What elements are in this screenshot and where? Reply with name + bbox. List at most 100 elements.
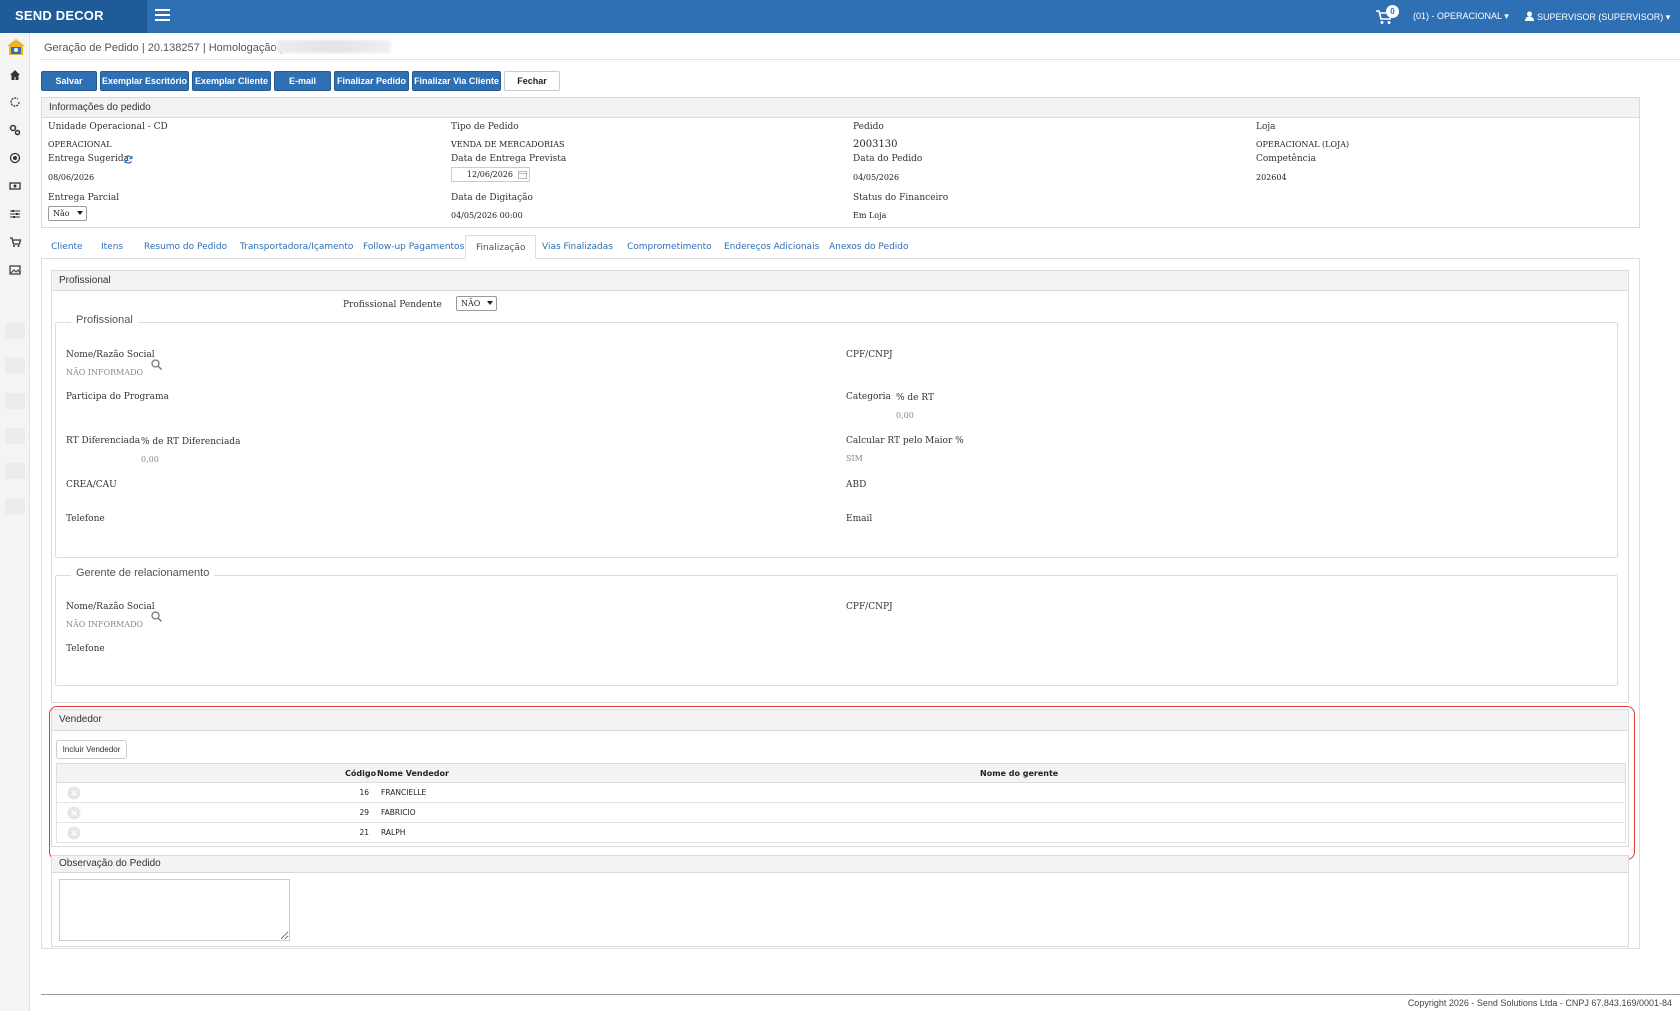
manager-phone-label: Telefone (66, 644, 105, 654)
tab-transportadora[interactable]: Transportadora/Içamento (240, 235, 353, 259)
hamburger-menu-icon[interactable] (155, 9, 170, 21)
notes-textarea[interactable] (59, 879, 290, 941)
client-copy-button[interactable]: Exemplar Cliente (192, 71, 271, 91)
caret-down-icon: ▾ (1504, 11, 1509, 21)
tab-finalizacao[interactable]: Finalização (465, 235, 537, 259)
manager-group-title: Gerente de relacionamento (71, 567, 215, 579)
tab-vias-finalizadas[interactable]: Vias Finalizadas (542, 235, 613, 259)
expected-delivery-label: Data de Entrega Prevista (451, 154, 567, 164)
suggested-delivery-value: 08/06/2026 (48, 173, 95, 182)
order-date-label: Data do Pedido (853, 154, 923, 164)
pending-professional-value: NÃO (461, 299, 481, 308)
cart-count-badge: 0 (1386, 5, 1399, 18)
gears-icon[interactable] (9, 124, 21, 136)
target-icon[interactable] (9, 152, 21, 164)
rt-percent-value: 0,00 (896, 411, 914, 420)
email-button[interactable]: E-mail (274, 71, 331, 91)
order-info-panel: Informações do pedido (41, 97, 1640, 228)
rt-diff-label: RT Diferenciada (66, 436, 141, 446)
typing-date-value: 04/05/2026 00:00 (451, 211, 523, 220)
sidebar-placeholder (5, 428, 25, 444)
tab-cliente[interactable]: Cliente (51, 235, 83, 259)
calc-rt-value: SIM (846, 454, 863, 463)
professional-group (55, 322, 1618, 558)
pending-professional-select[interactable]: NÃO (456, 296, 497, 311)
order-number-value: 2003130 (853, 139, 898, 150)
office-copy-button[interactable]: Exemplar Escritório (100, 71, 189, 91)
save-button[interactable]: Salvar (41, 71, 97, 91)
rt-percent-label: % de RT (896, 393, 934, 403)
sliders-icon[interactable] (9, 208, 21, 220)
sidebar-placeholder (5, 463, 25, 479)
home-icon[interactable] (9, 69, 21, 81)
store-value: OPERACIONAL (LOJA) (1256, 140, 1350, 149)
chevron-down-icon (487, 301, 493, 305)
tab-itens[interactable]: Itens (101, 235, 123, 259)
competence-value: 202604 (1256, 173, 1287, 182)
finalize-order-button[interactable]: Finalizar Pedido (334, 71, 409, 91)
order-tabs: Cliente Itens Resumo do Pedido Transport… (41, 235, 1640, 259)
store-label: Loja (1256, 122, 1276, 132)
seller-highlight-outline (49, 706, 1635, 860)
unit-label: Unidade Operacional - CD (48, 122, 168, 132)
manager-group (55, 575, 1618, 686)
partial-delivery-value: Não (53, 209, 70, 218)
financial-status-value: Em Loja (853, 211, 887, 220)
unit-value: OPERACIONAL (48, 140, 112, 149)
search-icon[interactable] (151, 611, 162, 622)
manager-name-label: Nome/Razão Social (66, 602, 155, 612)
left-sidebar (0, 33, 30, 1011)
finalize-client-copy-button[interactable]: Finalizar Via Cliente (412, 71, 501, 91)
calc-rt-label: Calcular RT pelo Maior % (846, 436, 964, 446)
tab-anexos[interactable]: Anexos do Pedido (829, 235, 909, 259)
user-dropdown[interactable]: SUPERVISOR (SUPERVISOR) ▾ (1525, 11, 1670, 23)
expected-delivery-input[interactable]: 12/06/2026 (451, 167, 530, 182)
expected-delivery-value: 12/06/2026 (466, 170, 513, 179)
competence-label: Competência (1256, 154, 1316, 164)
close-button[interactable]: Fechar (504, 71, 560, 91)
order-date-value: 04/05/2026 (853, 173, 900, 182)
cart-icon[interactable] (9, 236, 21, 248)
sidebar-placeholder (5, 358, 25, 374)
refresh-icon[interactable] (124, 155, 133, 164)
tab-comprometimento[interactable]: Comprometimento (627, 235, 712, 259)
rt-diff-percent-value: 0,00 (141, 455, 159, 464)
unit-dropdown[interactable]: (01) - OPERACIONAL ▾ (1413, 11, 1509, 22)
professional-name-value: NÃO INFORMADO (66, 368, 144, 377)
search-icon[interactable] (151, 359, 162, 370)
footer-divider (41, 994, 1680, 995)
order-number-label: Pedido (853, 122, 884, 132)
professional-group-title: Profissional (71, 314, 138, 326)
crea-label: CREA/CAU (66, 480, 117, 490)
tab-follow-up[interactable]: Follow-up Pagamentos (363, 235, 464, 259)
calendar-icon[interactable] (518, 170, 527, 179)
professional-panel-title: Profissional (52, 271, 1628, 291)
order-type-value: VENDA DE MERCADORIAS (451, 140, 565, 149)
brand-logo[interactable]: SEND DECOR (0, 0, 147, 33)
image-gallery-icon[interactable] (9, 264, 21, 276)
unit-dropdown-label: (01) - OPERACIONAL (1413, 11, 1502, 21)
order-info-title: Informações do pedido (42, 98, 1639, 118)
page-title: Geração de Pedido | 20.138257 | Homologa… (44, 42, 283, 54)
professional-email-label: Email (846, 514, 873, 524)
tab-enderecos[interactable]: Endereços Adicionais (724, 235, 819, 259)
user-icon (1525, 11, 1534, 21)
order-type-label: Tipo de Pedido (451, 122, 519, 132)
professional-name-label: Nome/Razão Social (66, 350, 155, 360)
program-label: Participa do Programa (66, 392, 169, 402)
tab-resumo[interactable]: Resumo do Pedido (144, 235, 227, 259)
manager-cpf-label: CPF/CNPJ (846, 602, 893, 612)
house-logo-icon[interactable] (6, 38, 26, 56)
copyright-text: Copyright 2026 - Send Solutions Ltda - C… (1407, 998, 1672, 1008)
sidebar-placeholder (5, 498, 25, 514)
caret-down-icon: ▾ (1665, 12, 1671, 22)
category-label: Categoria (846, 392, 891, 402)
sidebar-placeholder (5, 393, 25, 409)
refresh-icon[interactable] (9, 96, 21, 108)
partial-delivery-select[interactable]: Não (48, 206, 87, 221)
chevron-down-icon (77, 211, 83, 215)
manager-name-value: NÃO INFORMADO (66, 620, 144, 629)
suggested-delivery-label: Entrega Sugerida (48, 154, 129, 164)
money-icon[interactable] (9, 180, 21, 192)
notes-panel-title: Observação do Pedido (52, 856, 1628, 873)
